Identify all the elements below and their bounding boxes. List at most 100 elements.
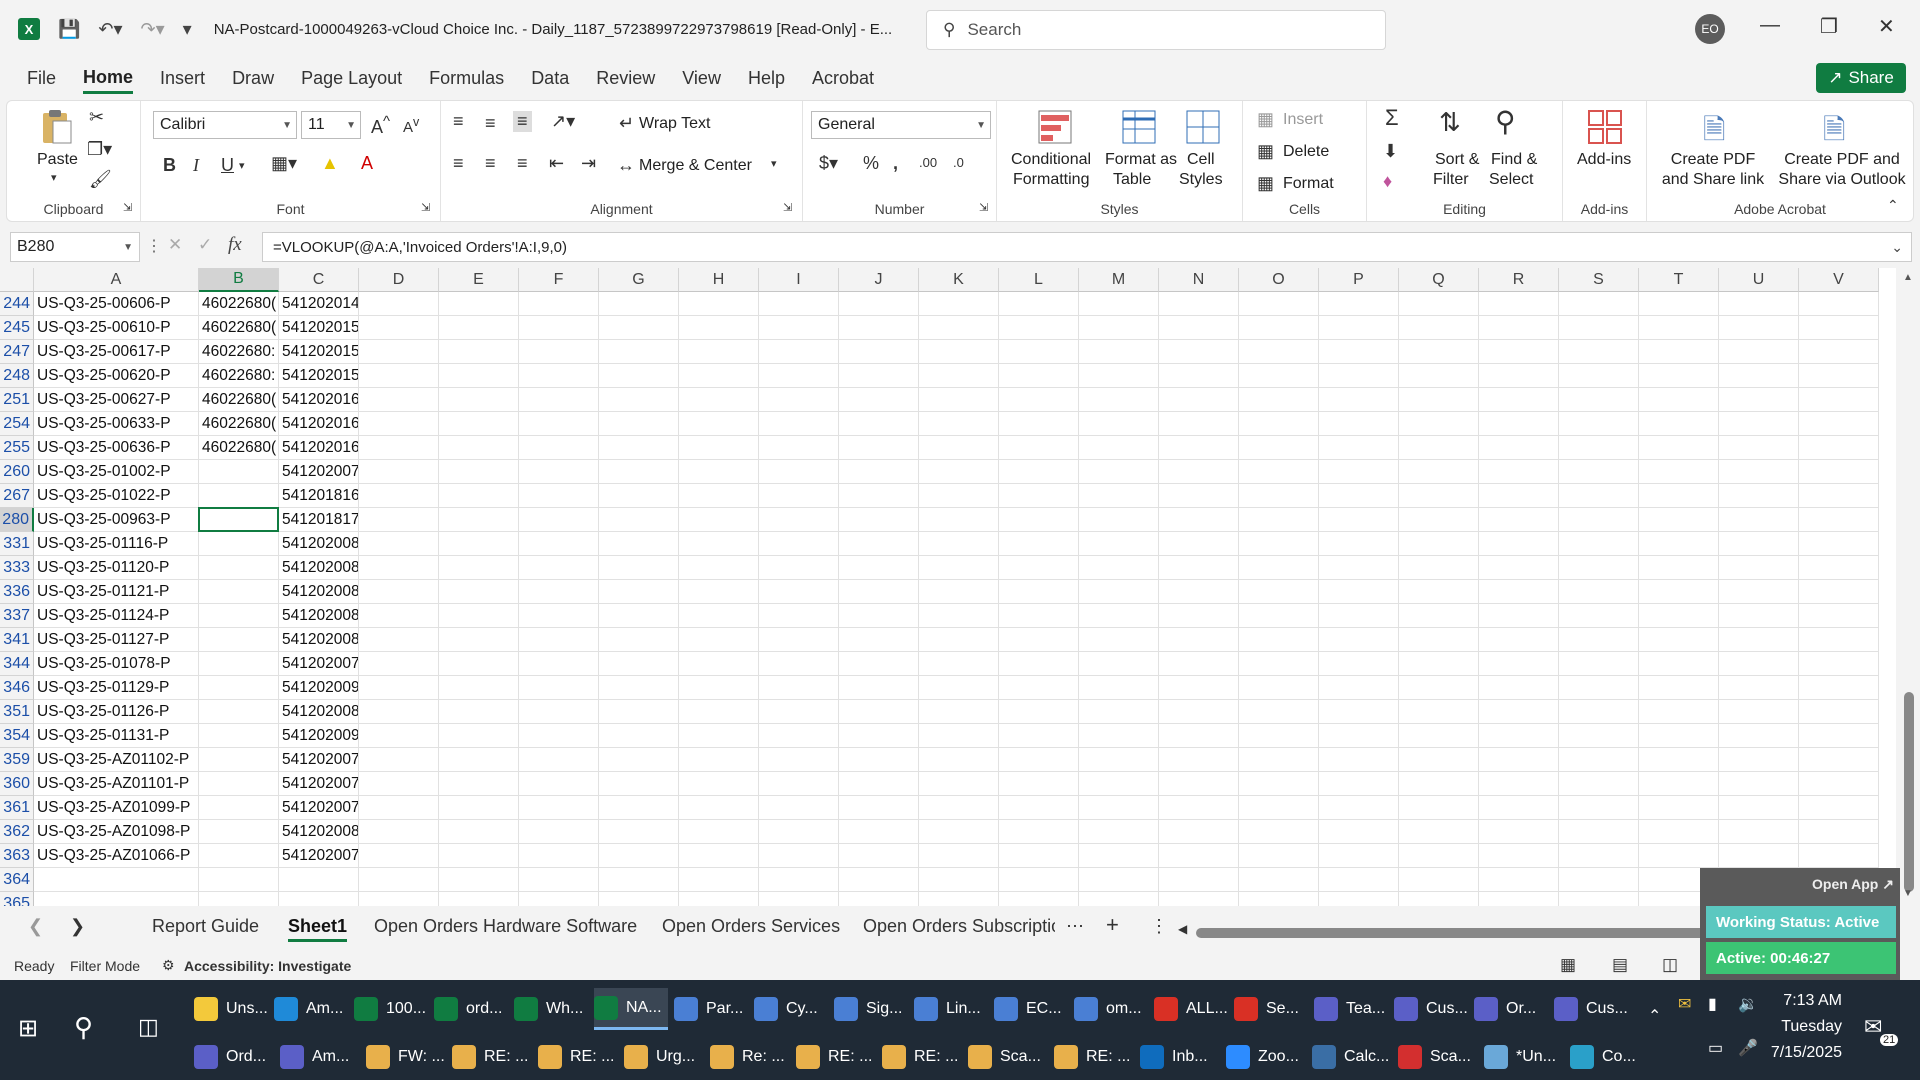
cell-u[interactable] (1719, 508, 1799, 532)
cell-b[interactable] (199, 580, 279, 604)
scroll-left-icon[interactable]: ◀ (1178, 922, 1187, 936)
cell-s[interactable] (1559, 412, 1639, 436)
cell-f[interactable] (519, 676, 599, 700)
cell-s[interactable] (1559, 460, 1639, 484)
select-all-corner[interactable] (0, 268, 34, 292)
cell-c[interactable]: 5412020165 (279, 436, 359, 460)
wrap-text-icon[interactable]: ↵ (619, 113, 634, 134)
conditional-formatting-line2[interactable]: Formatting (1013, 171, 1089, 189)
cell-c[interactable]: 5412020078 (279, 772, 359, 796)
cell-q[interactable] (1399, 484, 1479, 508)
notifications-icon[interactable]: ✉ (1864, 1014, 1882, 1040)
cell-h[interactable] (679, 796, 759, 820)
cell-u[interactable] (1719, 364, 1799, 388)
cell-e[interactable] (439, 364, 519, 388)
number-format-select[interactable]: General ▼ (811, 111, 991, 139)
find-select-line1[interactable]: Find & (1491, 151, 1537, 169)
cell-p[interactable] (1319, 820, 1399, 844)
align-right-icon[interactable]: ≡ (517, 153, 528, 174)
chevron-up-icon[interactable]: ⌃ (1648, 1006, 1661, 1026)
cell-o[interactable] (1239, 532, 1319, 556)
cell-b[interactable] (199, 724, 279, 748)
pdf-link-icon[interactable]: 🗎 (1703, 109, 1726, 157)
cell-t[interactable] (1639, 724, 1719, 748)
row-header[interactable]: 248 (0, 364, 34, 388)
cell-u[interactable] (1719, 724, 1799, 748)
cell-a[interactable]: US-Q3-25-01127-P (34, 628, 199, 652)
cell-m[interactable] (1079, 580, 1159, 604)
cell-u[interactable] (1719, 676, 1799, 700)
undo-icon[interactable]: ↶▾ (98, 19, 122, 40)
fill-color-icon[interactable]: ▲ (321, 153, 339, 174)
align-bottom-icon[interactable]: ≡ (513, 111, 532, 132)
cell-f[interactable] (519, 796, 599, 820)
cell-r[interactable] (1479, 748, 1559, 772)
avatar[interactable]: EO (1695, 14, 1725, 44)
row-header[interactable]: 362 (0, 820, 34, 844)
cell-a[interactable]: US-Q3-25-01116-P (34, 532, 199, 556)
cell-f[interactable] (519, 700, 599, 724)
cell-p[interactable] (1319, 844, 1399, 868)
column-header-q[interactable]: Q (1399, 268, 1479, 292)
cell-g[interactable] (599, 892, 679, 906)
formula-input[interactable]: =VLOOKUP(@A:A,'Invoiced Orders'!A:I,9,0)… (262, 232, 1912, 262)
taskbar-item[interactable]: Re: ... (710, 1036, 790, 1078)
cell-b[interactable] (199, 556, 279, 580)
cell-l[interactable] (999, 436, 1079, 460)
cell-j[interactable] (839, 700, 919, 724)
cell-i[interactable] (759, 604, 839, 628)
cell-e[interactable] (439, 316, 519, 340)
cell-i[interactable] (759, 628, 839, 652)
cell-s[interactable] (1559, 532, 1639, 556)
cell-q[interactable] (1399, 892, 1479, 906)
cell-s[interactable] (1559, 724, 1639, 748)
cell-styles-line1[interactable]: Cell (1187, 151, 1215, 169)
merge-center-button[interactable]: Merge & Center (639, 157, 752, 175)
column-header-t[interactable]: T (1639, 268, 1719, 292)
cell-e[interactable] (439, 604, 519, 628)
column-header-f[interactable]: F (519, 268, 599, 292)
display-icon[interactable]: ▭ (1708, 1038, 1723, 1058)
cell-h[interactable] (679, 316, 759, 340)
row-header[interactable]: 351 (0, 700, 34, 724)
cell-a[interactable]: US-Q3-25-01124-P (34, 604, 199, 628)
cell-e[interactable] (439, 772, 519, 796)
cell-f[interactable] (519, 820, 599, 844)
cell-m[interactable] (1079, 820, 1159, 844)
cell-c[interactable]: 5412020086 (279, 580, 359, 604)
cell-f[interactable] (519, 748, 599, 772)
cell-h[interactable] (679, 460, 759, 484)
cell-q[interactable] (1399, 628, 1479, 652)
cell-b[interactable]: 46022680( (199, 436, 279, 460)
column-header-u[interactable]: U (1719, 268, 1799, 292)
cell-a[interactable]: US-Q3-25-00620-P (34, 364, 199, 388)
cell-m[interactable] (1079, 556, 1159, 580)
cell-r[interactable] (1479, 316, 1559, 340)
autosum-icon[interactable]: Σ (1385, 105, 1399, 131)
cell-k[interactable] (919, 676, 999, 700)
cell-v[interactable] (1799, 724, 1879, 748)
cell-d[interactable] (359, 412, 439, 436)
cell-g[interactable] (599, 604, 679, 628)
row-header[interactable]: 341 (0, 628, 34, 652)
cell-l[interactable] (999, 460, 1079, 484)
cell-j[interactable] (839, 388, 919, 412)
cell-h[interactable] (679, 628, 759, 652)
cell-t[interactable] (1639, 388, 1719, 412)
cell-t[interactable] (1639, 748, 1719, 772)
cell-h[interactable] (679, 508, 759, 532)
taskbar-item[interactable]: RE: ... (796, 1036, 876, 1078)
cell-j[interactable] (839, 340, 919, 364)
open-app-button[interactable]: Open App ↗ (1812, 876, 1894, 893)
taskbar-item[interactable]: Or... (1474, 988, 1548, 1030)
cell-h[interactable] (679, 340, 759, 364)
cell-p[interactable] (1319, 484, 1399, 508)
tab-home[interactable]: Home (83, 67, 134, 94)
cell-t[interactable] (1639, 436, 1719, 460)
cell-s[interactable] (1559, 340, 1639, 364)
cell-c[interactable]: 5412020155 (279, 340, 359, 364)
cell-i[interactable] (759, 460, 839, 484)
cell-h[interactable] (679, 868, 759, 892)
cell-m[interactable] (1079, 676, 1159, 700)
cell-u[interactable] (1719, 460, 1799, 484)
